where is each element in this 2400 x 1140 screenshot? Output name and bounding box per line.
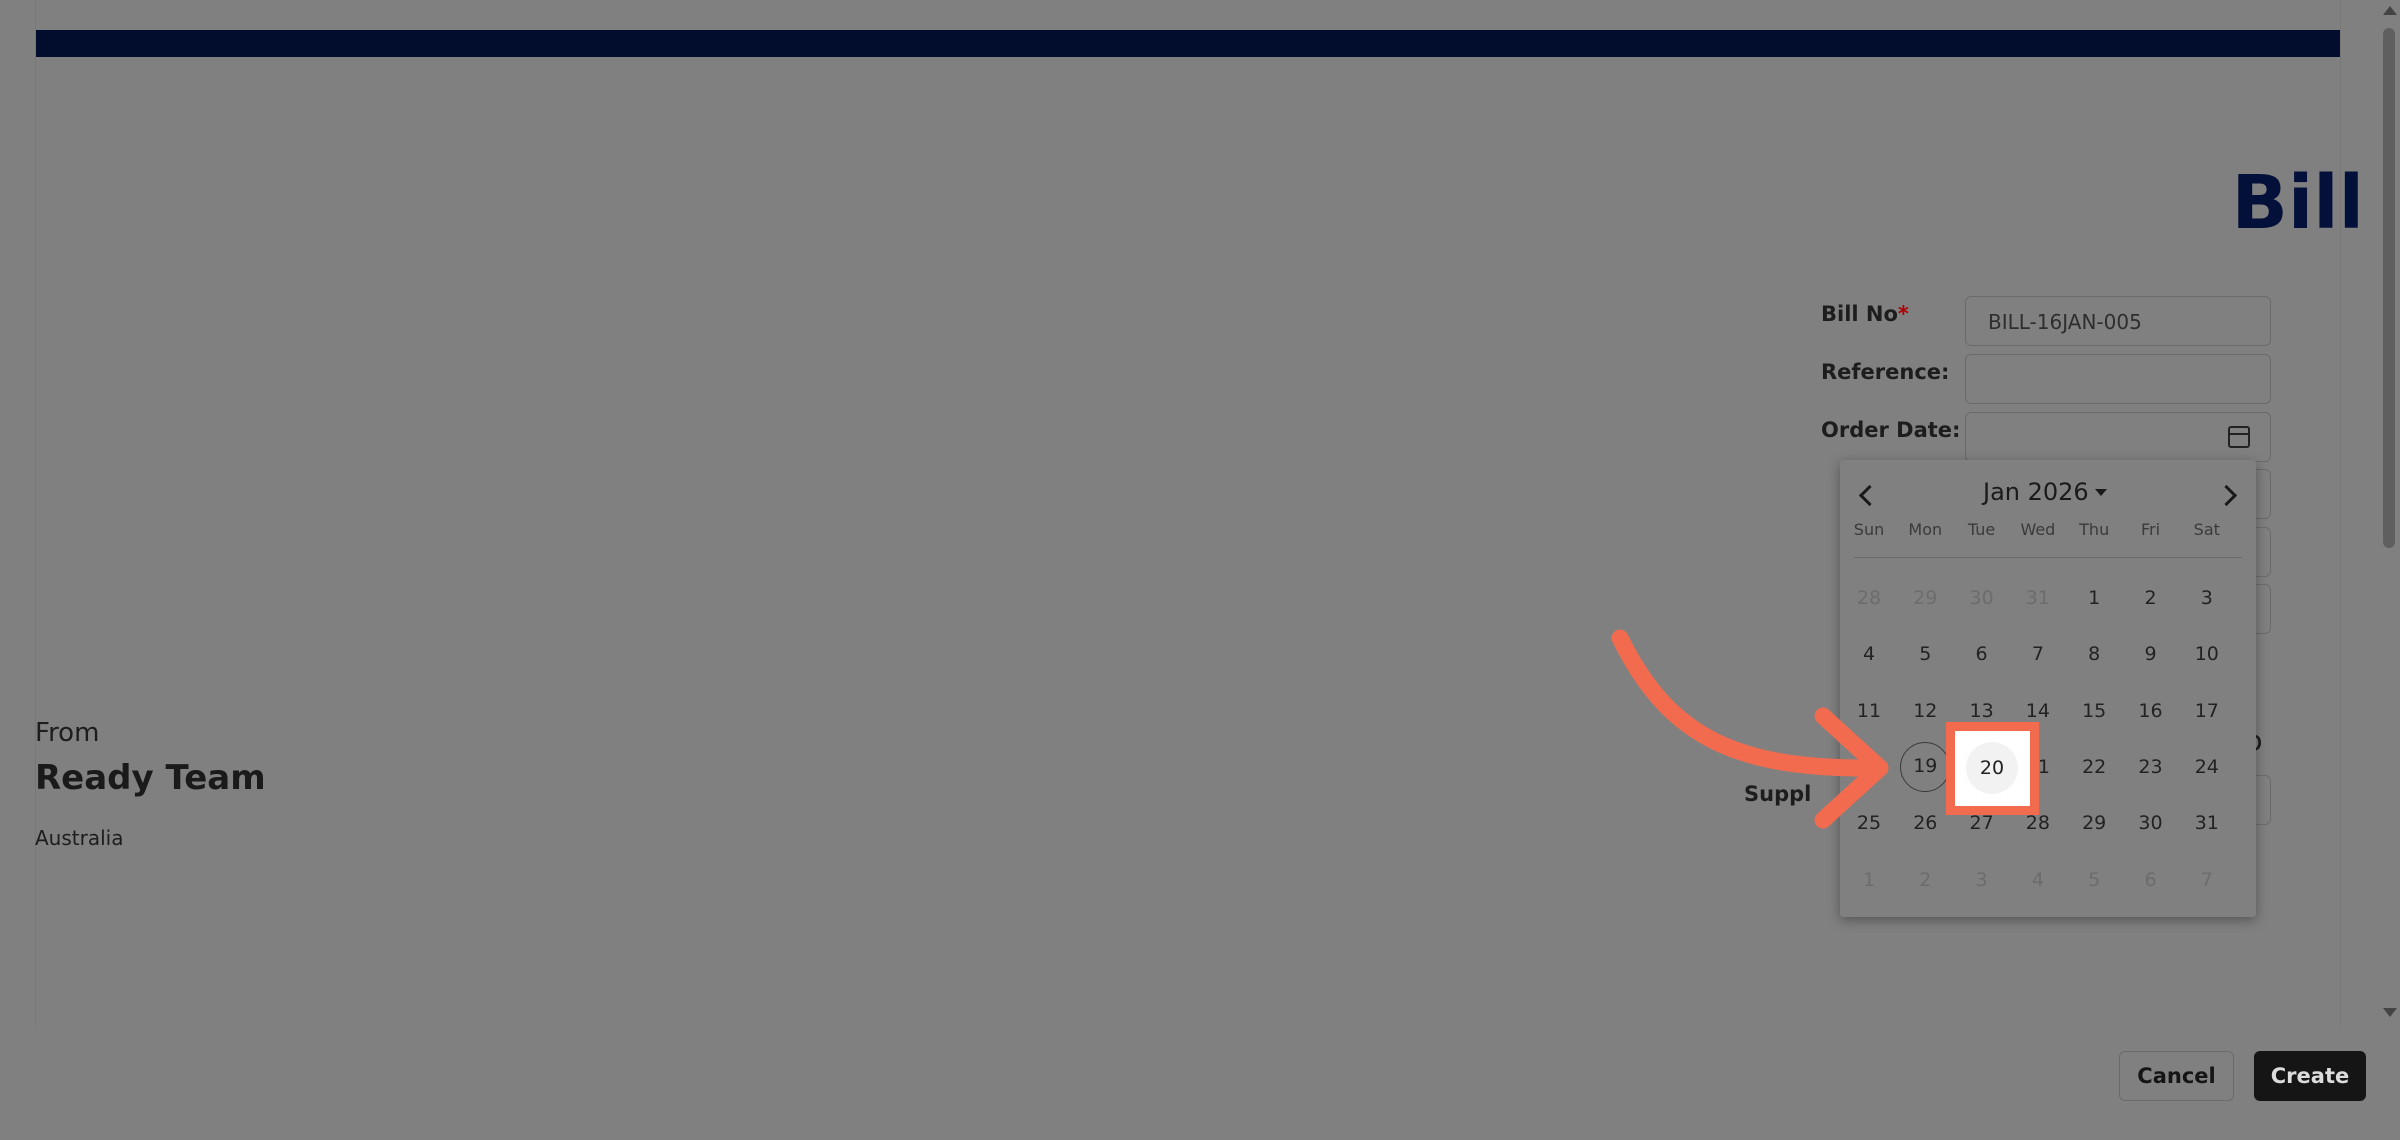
calendar-day[interactable]: 24 [2182, 742, 2232, 792]
from-name: Ready Team [35, 758, 266, 798]
calendar-day[interactable]: 9 [2126, 629, 2176, 679]
calendar-day[interactable]: 26 [1900, 798, 1950, 848]
reference-input[interactable] [1965, 354, 2271, 404]
calendar-icon[interactable] [2228, 426, 2250, 448]
calendar-day[interactable]: 10 [2182, 629, 2232, 679]
calendar-day-outside: 4 [2031, 868, 2044, 891]
month-selector[interactable]: Jan 2026 [1983, 478, 2089, 506]
weekday-label: Thu [2079, 520, 2110, 539]
calendar-day-outside: 3 [1975, 868, 1988, 891]
calendar-day[interactable]: 31 [2182, 798, 2232, 848]
supplier-label: Suppl [1744, 782, 1812, 806]
calendar-day-outside: 30 [1969, 587, 1994, 609]
scrollbar[interactable] [2378, 0, 2400, 1026]
chevron-down-icon[interactable] [2095, 489, 2107, 496]
calendar-day[interactable]: 5 [1900, 629, 1950, 679]
cancel-button[interactable]: Cancel [2119, 1051, 2234, 1101]
document-header-bar [36, 30, 2340, 57]
calendar-day[interactable]: 17 [2182, 686, 2232, 736]
calendar-day-outside: 29 [1913, 587, 1938, 609]
calendar-day-outside: 5 [2088, 868, 2101, 891]
calendar-day-outside: 1 [1862, 868, 1876, 891]
calendar-day[interactable]: 22 [2069, 742, 2119, 792]
bill-no-value: BILL-16JAN-005 [1988, 310, 2142, 334]
calendar-day[interactable]: 19 [1900, 741, 1951, 792]
calendar-day[interactable]: 7 [2013, 629, 2063, 679]
date-picker: Jan 2026 Sun Mon Tue Wed Thu Fri Sat 28 29 30 31 1… [1840, 460, 2256, 917]
weekday-label: Wed [2020, 520, 2056, 539]
calendar-day[interactable]: 15 [2069, 686, 2119, 736]
from-country: Australia [35, 826, 124, 850]
order-date-label: Order Date: [1821, 418, 1961, 442]
calendar-day[interactable]: 29 [2069, 798, 2119, 848]
page-title: Bill [2231, 160, 2365, 246]
calendar-day-outside: 7 [2200, 868, 2213, 891]
bill-no-label: Bill No* [1821, 302, 1909, 326]
calendar-day-outside: 28 [1856, 587, 1882, 609]
calendar-day[interactable]: 11 [1844, 686, 1894, 736]
dialog-footer [0, 1026, 2400, 1140]
calendar-day[interactable]: 12 [1900, 686, 1950, 736]
scroll-down-icon[interactable] [2383, 1008, 2397, 1017]
calendar-day[interactable]: 16 [2126, 686, 2176, 736]
weekday-label: Sat [2193, 520, 2220, 539]
calendar-day[interactable]: 4 [1844, 629, 1894, 679]
calendar-day[interactable]: 1 [2069, 573, 2119, 623]
scroll-thumb[interactable] [2383, 28, 2395, 548]
prev-month-button[interactable] [1852, 480, 1882, 510]
from-label: From [35, 718, 100, 748]
calendar-day-outside: 6 [2144, 868, 2157, 891]
required-mark: * [1897, 302, 1909, 326]
calendar-day[interactable]: 18 [1844, 742, 1894, 792]
bill-no-input[interactable]: BILL-16JAN-005 [1965, 296, 2271, 346]
divider [1854, 557, 2242, 558]
weekday-label: Sun [1853, 520, 1885, 539]
next-month-button[interactable] [2214, 480, 2244, 510]
calendar-day-outside: 2 [1919, 868, 1932, 891]
weekday-label: Tue [1967, 520, 1996, 539]
order-date-input[interactable] [1965, 412, 2271, 462]
calendar-day[interactable]: 30 [2126, 798, 2176, 848]
highlighted-day[interactable]: 20 [1966, 742, 2018, 794]
calendar-day[interactable]: 23 [2126, 742, 2176, 792]
calendar-day[interactable]: 8 [2069, 629, 2119, 679]
calendar-day-outside: 31 [2025, 587, 2050, 609]
calendar-day[interactable]: 25 [1844, 798, 1894, 848]
reference-label: Reference: [1821, 360, 1950, 384]
create-button[interactable]: Create [2254, 1051, 2366, 1101]
weekday-header: Sun Mon Tue Wed Thu Fri Sat [1840, 520, 2256, 542]
weekday-label: Fri [2140, 520, 2161, 539]
calendar-day[interactable]: 6 [1957, 629, 2007, 679]
scroll-up-icon[interactable] [2383, 6, 2397, 15]
calendar-day[interactable]: 3 [2182, 573, 2232, 623]
calendar-day[interactable]: 2 [2126, 573, 2176, 623]
weekday-label: Mon [1908, 520, 1943, 539]
